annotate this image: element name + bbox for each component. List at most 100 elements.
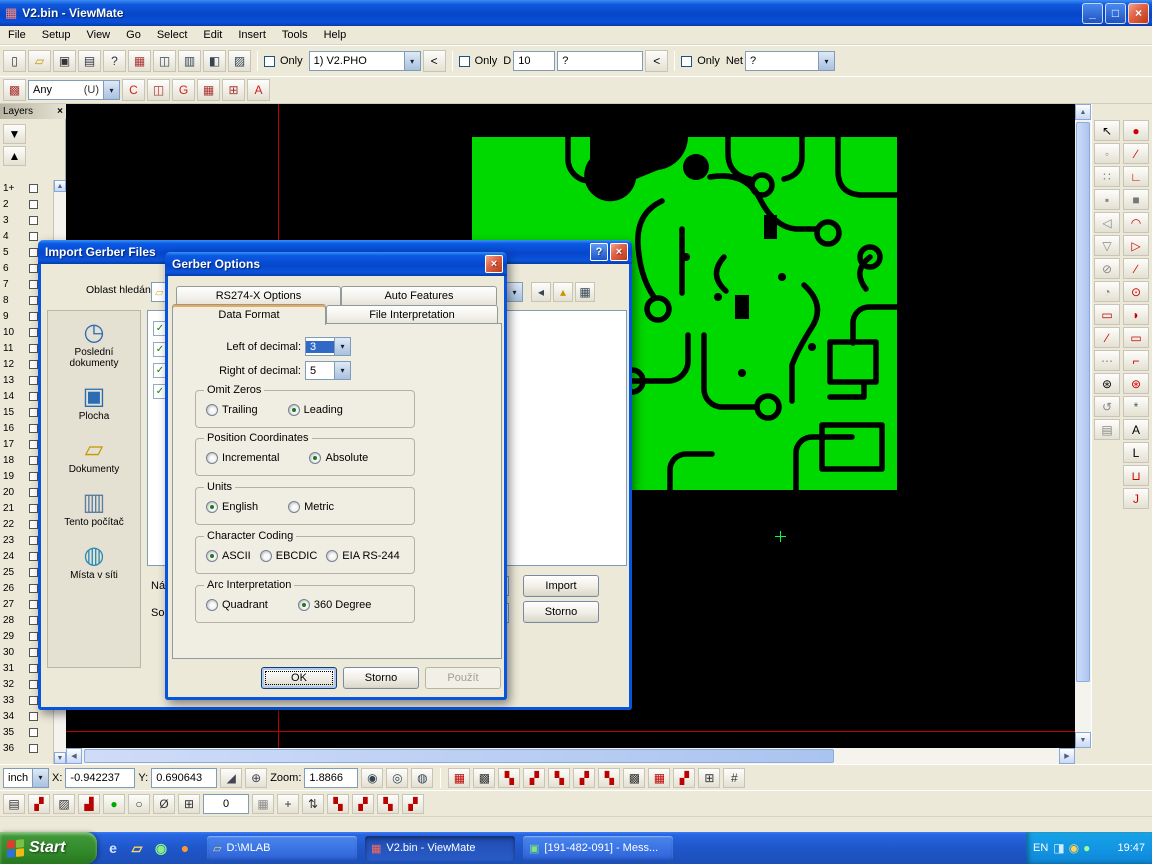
language-indicator[interactable]: EN — [1033, 842, 1048, 854]
status-led-icon[interactable]: ● — [103, 794, 125, 814]
radio-option[interactable]: EIA RS-244 — [326, 550, 399, 562]
film-settings-icon[interactable]: ▥ — [178, 50, 201, 72]
dialog-close-button[interactable]: × — [610, 243, 628, 261]
menu-item[interactable]: Setup — [34, 27, 79, 43]
layer-row[interactable]: 34 — [0, 708, 53, 724]
layer-color-swatch[interactable] — [29, 264, 38, 273]
dropdown-arrow-icon[interactable] — [334, 338, 350, 355]
up-folder-icon[interactable]: ▴ — [553, 282, 573, 302]
layer-color-swatch[interactable] — [29, 600, 38, 609]
text-icon[interactable]: A — [247, 79, 270, 101]
layer-color-swatch[interactable] — [29, 664, 38, 673]
layer-up-button[interactable]: ▲ — [3, 146, 26, 166]
draw-ellipse-icon[interactable]: ◗ — [1123, 304, 1149, 325]
radio-option[interactable]: Incremental — [206, 452, 279, 464]
menu-item[interactable]: Go — [118, 27, 149, 43]
place-network[interactable]: ◍ Místa v síti — [50, 540, 138, 585]
scroll-left-icon[interactable]: ◀ — [66, 748, 82, 764]
layer-row[interactable]: 1+ — [0, 180, 53, 196]
context-help-icon[interactable]: ? — [103, 50, 126, 72]
settings-star-icon[interactable]: * — [1123, 396, 1149, 417]
canvas-horizontal-scrollbar[interactable]: ◀ ▶ — [66, 748, 1075, 764]
no-fill-icon[interactable]: ⊘ — [1094, 258, 1120, 279]
layer-color-swatch[interactable] — [29, 584, 38, 593]
select-grid-icon[interactable]: ▩ — [3, 79, 26, 101]
task-dmlab[interactable]: ▱ D:\MLAB — [207, 836, 357, 861]
back-icon[interactable]: ◂ — [531, 282, 551, 302]
zoom-select-icon[interactable]: ◉ — [361, 768, 383, 788]
tab-file-interpretation[interactable]: File Interpretation — [326, 305, 498, 324]
layer-color-swatch[interactable] — [29, 552, 38, 561]
layer-color-swatch[interactable] — [29, 728, 38, 737]
radio-option[interactable]: EBCDIC — [260, 550, 318, 562]
tab-auto-features[interactable]: Auto Features — [341, 286, 497, 305]
layer-color-swatch[interactable] — [29, 712, 38, 721]
layer-color-swatch[interactable] — [29, 616, 38, 625]
pad-small-icon[interactable]: ◦ — [1094, 143, 1120, 164]
antivirus-tray-icon[interactable]: ● — [1083, 841, 1090, 855]
restore-button[interactable]: □ — [1105, 3, 1126, 24]
draw-arc-icon[interactable]: ◠ — [1123, 212, 1149, 233]
layer-color-swatch[interactable] — [29, 648, 38, 657]
start-button[interactable]: Start — [0, 832, 97, 864]
film-pattern-icon[interactable]: ▩ — [473, 768, 495, 788]
table-icon[interactable]: ▤ — [1094, 419, 1120, 440]
task-viewmate[interactable]: ▦ V2.bin - ViewMate — [365, 836, 515, 861]
layer-color-swatch[interactable] — [29, 696, 38, 705]
lamp-off-icon[interactable]: ○ — [128, 794, 150, 814]
layer-color-swatch[interactable] — [29, 296, 38, 305]
layer-row[interactable]: 2 — [0, 196, 53, 212]
place-documents[interactable]: ▱ Dokumenty — [50, 434, 138, 479]
draw-pad-icon[interactable]: ● — [1123, 120, 1149, 141]
volume-tray-icon[interactable]: ◉ — [1069, 841, 1079, 855]
overlay-icon[interactable]: ◫ — [147, 79, 170, 101]
dcode-query-input[interactable]: ? — [557, 51, 643, 71]
filled-rect-icon[interactable]: ■ — [1123, 189, 1149, 210]
layer-color-swatch[interactable] — [29, 232, 38, 241]
layer-color-swatch[interactable] — [29, 392, 38, 401]
grid-plus-icon[interactable]: ⊞ — [698, 768, 720, 788]
layer-color-swatch[interactable] — [29, 488, 38, 497]
net-select-combo[interactable]: ? — [745, 51, 835, 71]
dialog-close-button[interactable]: × — [485, 255, 503, 273]
select-pattern-icon[interactable]: ▤ — [3, 794, 25, 814]
unit-combo[interactable]: inch — [3, 768, 49, 788]
grid-icon[interactable]: ⊞ — [178, 794, 200, 814]
ruler-icon[interactable]: ⊔ — [1123, 465, 1149, 486]
layer-down-button[interactable]: ▼ — [3, 124, 26, 144]
cancel-button[interactable]: Storno — [523, 601, 599, 623]
file-select-combo[interactable]: 1) V2.PHO — [309, 51, 421, 71]
dropdown-arrow-icon[interactable] — [103, 81, 119, 99]
layer-color-swatch[interactable] — [29, 568, 38, 577]
layer-color-swatch[interactable] — [29, 632, 38, 641]
matrix-icon[interactable]: ⊞ — [222, 79, 245, 101]
menu-item[interactable]: Edit — [195, 27, 230, 43]
place-desktop[interactable]: ▣ Plocha — [50, 381, 138, 426]
origin-target-icon[interactable]: ⊕ — [245, 768, 267, 788]
zoom-window-icon[interactable]: ◍ — [411, 768, 433, 788]
rectangle-tool-icon[interactable]: ▭ — [1094, 304, 1120, 325]
dcode-input[interactable]: 10 — [513, 51, 555, 71]
dropdown-arrow-icon[interactable] — [404, 52, 420, 70]
radio-option[interactable]: ASCII — [206, 550, 251, 562]
minimize-button[interactable]: _ — [1082, 3, 1103, 24]
pattern-icon[interactable]: ▚ — [498, 768, 520, 788]
draw-line-icon[interactable]: ∕ — [1123, 143, 1149, 164]
layer-color-swatch[interactable] — [29, 216, 38, 225]
dropdown-arrow-icon[interactable] — [818, 52, 834, 70]
dropdown-arrow-icon[interactable] — [32, 769, 48, 787]
right-of-decimal-combo[interactable]: 5 — [305, 361, 351, 380]
pattern-icon[interactable]: ▨ — [53, 794, 75, 814]
pattern-icon[interactable]: ▞ — [352, 794, 374, 814]
layer-color-swatch[interactable] — [29, 280, 38, 289]
menu-item[interactable]: Help — [316, 27, 355, 43]
ie-icon[interactable]: e — [103, 838, 123, 858]
menu-item[interactable]: Select — [149, 27, 196, 43]
star-tool-icon[interactable]: ⊛ — [1094, 373, 1120, 394]
cancel-button[interactable]: Storno — [343, 667, 419, 689]
menu-item[interactable]: File — [0, 27, 34, 43]
radio-option[interactable]: Absolute — [309, 452, 368, 464]
dropdown-arrow-icon[interactable] — [334, 362, 350, 379]
explorer-folder-icon[interactable]: ▱ — [127, 838, 147, 858]
only-file-checkbox[interactable] — [264, 56, 275, 67]
